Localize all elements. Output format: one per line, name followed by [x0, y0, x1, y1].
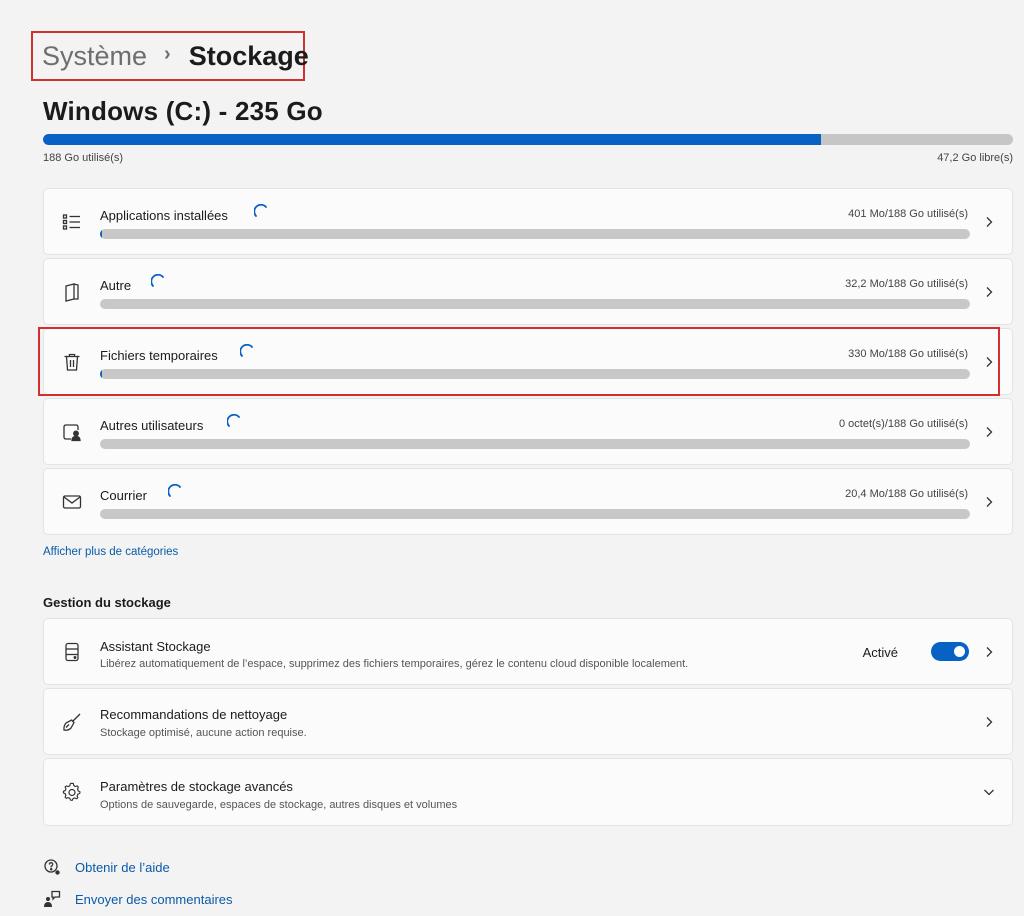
- loading-spinner-icon: [227, 414, 240, 427]
- category-usage-fill: [100, 229, 102, 239]
- storage-sense-card[interactable]: Assistant Stockage Libérez automatiqueme…: [43, 618, 1013, 685]
- drive-icon: [61, 641, 83, 663]
- setting-description: Stockage optimisé, aucune action requise…: [100, 727, 307, 739]
- category-card-other[interactable]: Autre 32,2 Mo/188 Go utilisé(s): [43, 258, 1013, 325]
- user-icon: [61, 421, 83, 443]
- drive-used-label: 188 Go utilisé(s): [43, 152, 124, 164]
- send-feedback-link[interactable]: Envoyer des commentaires: [43, 889, 233, 909]
- chevron-right-icon: [982, 425, 996, 439]
- loading-spinner-icon: [168, 484, 181, 497]
- category-size: 20,4 Mo/188 Go utilisé(s): [845, 488, 968, 500]
- chevron-right-icon: [982, 285, 996, 299]
- chevron-right-icon: [982, 495, 996, 509]
- category-usage-bar: [100, 369, 970, 379]
- loading-spinner-icon: [254, 204, 267, 217]
- category-size: 32,2 Mo/188 Go utilisé(s): [845, 278, 968, 290]
- category-usage-bar: [100, 229, 970, 239]
- feedback-icon: [43, 890, 63, 908]
- drive-usage-fill: [43, 134, 821, 145]
- advanced-storage-settings-card[interactable]: Paramètres de stockage avancés Options d…: [43, 758, 1013, 826]
- category-usage-fill: [100, 369, 102, 379]
- setting-title: Paramètres de stockage avancés: [100, 779, 293, 794]
- show-more-categories-link[interactable]: Afficher plus de catégories: [43, 546, 178, 558]
- get-help-link[interactable]: Obtenir de l’aide: [43, 857, 170, 877]
- category-name: Applications installées: [100, 208, 228, 223]
- trash-icon: [61, 351, 83, 373]
- chevron-right-icon: [982, 355, 996, 369]
- gear-icon: [61, 781, 83, 803]
- breadcrumb-parent-link[interactable]: Système: [42, 41, 147, 72]
- broom-icon: [61, 711, 83, 733]
- category-usage-bar: [100, 299, 970, 309]
- cleanup-recommendations-card[interactable]: Recommandations de nettoyage Stockage op…: [43, 688, 1013, 755]
- loading-spinner-icon: [240, 344, 253, 357]
- drive-usage-bar: [43, 134, 1013, 145]
- category-name: Autres utilisateurs: [100, 418, 204, 433]
- category-usage-bar: [100, 439, 970, 449]
- toggle-knob: [954, 646, 965, 657]
- setting-description: Options de sauvegarde, espaces de stocka…: [100, 799, 458, 811]
- chevron-down-icon: [982, 785, 996, 799]
- chevron-right-icon: [982, 645, 996, 659]
- setting-title: Recommandations de nettoyage: [100, 707, 288, 722]
- mail-icon: [61, 491, 83, 513]
- document-icon: [61, 281, 83, 303]
- breadcrumb-separator: ›: [164, 42, 171, 65]
- toggle-state-label: Activé: [862, 645, 898, 660]
- drive-free-label: 47,2 Go libre(s): [937, 152, 1013, 164]
- get-help-label: Obtenir de l’aide: [75, 859, 170, 875]
- help-icon: [43, 858, 63, 876]
- setting-title: Assistant Stockage: [100, 639, 211, 654]
- category-size: 0 octet(s)/188 Go utilisé(s): [839, 418, 968, 430]
- list-icon: [61, 211, 83, 233]
- category-name: Courrier: [100, 488, 147, 503]
- setting-description: Libérez automatiquement de l’espace, sup…: [100, 658, 689, 670]
- category-card-mail[interactable]: Courrier 20,4 Mo/188 Go utilisé(s): [43, 468, 1013, 535]
- section-title: Gestion du stockage: [43, 595, 171, 610]
- page-title: Stockage: [188, 40, 309, 71]
- category-size: 401 Mo/188 Go utilisé(s): [848, 208, 968, 220]
- loading-spinner-icon: [151, 274, 164, 287]
- category-card-other-users[interactable]: Autres utilisateurs 0 octet(s)/188 Go ut…: [43, 398, 1013, 465]
- storage-sense-toggle[interactable]: [931, 642, 969, 661]
- category-size: 330 Mo/188 Go utilisé(s): [848, 348, 968, 360]
- send-feedback-label: Envoyer des commentaires: [75, 891, 233, 907]
- category-name: Autre: [100, 278, 132, 293]
- drive-title: Windows (C:) - 235 Go: [43, 96, 323, 126]
- breadcrumb: Système › Stockage: [31, 31, 309, 81]
- category-usage-bar: [100, 509, 970, 519]
- category-card-temp-files[interactable]: Fichiers temporaires 330 Mo/188 Go utili…: [43, 328, 1013, 395]
- chevron-right-icon: [982, 715, 996, 729]
- chevron-right-icon: [982, 215, 996, 229]
- category-card-installed-apps[interactable]: Applications installées 401 Mo/188 Go ut…: [43, 188, 1013, 255]
- category-name: Fichiers temporaires: [100, 348, 218, 363]
